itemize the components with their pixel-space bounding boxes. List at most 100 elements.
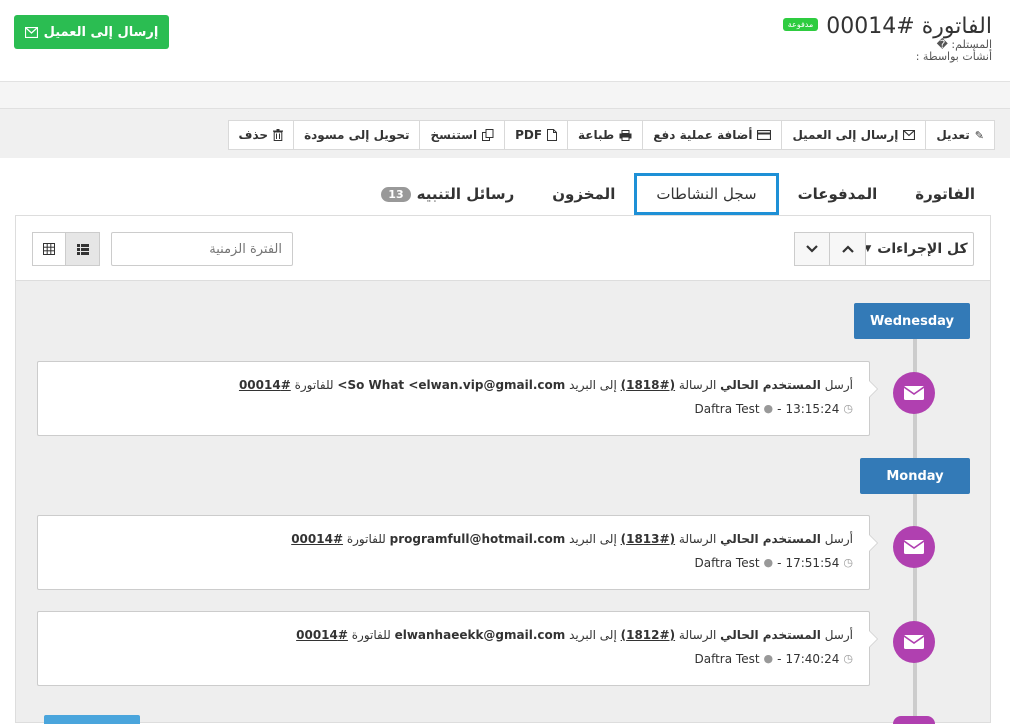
envelope-icon	[24, 26, 38, 38]
pdf-label: PDF	[515, 128, 543, 142]
invoice-header: الفاتورة #00014 مدفوعة المستلم: � أنشأت …	[0, 0, 1010, 82]
message-id-link[interactable]: (#1813)	[621, 532, 675, 546]
invoice-tabs: الفاتورة المدفوعات سجل النشاطات المخزون …	[362, 173, 994, 215]
envelope-icon	[904, 386, 924, 400]
entry-to-word: إلى البريد	[569, 532, 617, 546]
clock-icon: ◷	[843, 652, 853, 665]
message-id-link[interactable]: (#1812)	[621, 628, 675, 642]
actions-filter-value: كل الإجراءات	[877, 241, 968, 257]
pencil-icon: ✎	[974, 128, 984, 142]
meta-separator: -	[777, 652, 782, 666]
entry-for-word: للفاتورة	[294, 378, 334, 392]
edit-button[interactable]: ✎ تعديل	[925, 121, 994, 149]
convert-to-draft-label: تحويل إلى مسودة	[304, 128, 410, 142]
tab-reminders-label: رسائل التنبيه	[416, 185, 515, 203]
chevron-up-icon	[841, 245, 854, 253]
entry-time: 13:15:24	[785, 402, 840, 416]
sort-down-button[interactable]	[794, 232, 830, 266]
entry-user: المستخدم الحالي	[720, 532, 821, 546]
invoice-title-block: الفاتورة #00014 مدفوعة المستلم: � أنشأت …	[782, 14, 992, 63]
list-view-button[interactable]	[66, 232, 100, 266]
invoice-toolbar: ✎ تعديل إرسال إلى العميل أضافة عملية دفع…	[227, 120, 995, 150]
delete-button[interactable]: حذف	[229, 121, 294, 149]
activity-entry-meta: ◷ 13:15:24 - ● Daftra Test	[54, 399, 853, 419]
user-icon: ●	[763, 556, 774, 569]
entry-to-word: إلى البريد	[569, 378, 617, 392]
invoice-number-link[interactable]: #00014	[296, 628, 348, 642]
pdf-file-icon	[547, 129, 558, 141]
list-icon	[76, 243, 89, 255]
timeline-email-icon	[893, 621, 935, 663]
pdf-button[interactable]: PDF	[504, 121, 567, 149]
grid-view-button[interactable]	[32, 232, 66, 266]
meta-separator: -	[777, 556, 782, 570]
entry-user: المستخدم الحالي	[720, 378, 821, 392]
tab-stock[interactable]: المخزون	[533, 173, 634, 215]
entry-time: 17:51:54	[785, 556, 840, 570]
activity-filter-bar: كل الإجراءات ▼	[16, 216, 990, 281]
entry-to-word: إلى البريد	[569, 628, 617, 642]
entry-time: 17:40:24	[785, 652, 840, 666]
clock-icon: ◷	[843, 556, 853, 569]
sort-arrow-group	[794, 232, 866, 266]
entry-email: elwanhaeekk@gmail.com	[394, 628, 566, 642]
timeline-email-icon	[893, 526, 935, 568]
tab-invoice[interactable]: الفاتورة	[896, 173, 994, 215]
add-payment-button[interactable]: أضافة عملية دفع	[642, 121, 781, 149]
activity-entry-meta: ◷ 17:40:24 - ● Daftra Test	[54, 649, 853, 669]
chevron-down-icon	[806, 245, 818, 253]
view-toggle-group	[32, 232, 100, 266]
user-icon: ●	[763, 652, 774, 665]
clone-label: استنسخ	[430, 128, 478, 142]
activity-entry-meta: ◷ 17:51:54 - ● Daftra Test	[54, 553, 853, 573]
entry-author: Daftra Test	[694, 402, 760, 416]
print-label: طباعة	[578, 128, 615, 142]
tab-payments[interactable]: المدفوعات	[779, 173, 897, 215]
message-id-link[interactable]: (#1818)	[621, 378, 675, 392]
edit-label: تعديل	[936, 128, 970, 142]
paid-status-badge: مدفوعة	[782, 18, 819, 31]
tab-reminders[interactable]: رسائل التنبيه 13	[362, 173, 533, 215]
user-icon: ●	[763, 402, 774, 415]
send-to-client-button[interactable]: إرسال إلى العميل	[14, 15, 169, 49]
activity-entry-text: أرسل المستخدم الحالي الرسالة (#1813) إلى…	[54, 529, 853, 549]
tab-stock-label: المخزون	[552, 185, 616, 203]
entry-prefix: أرسل	[824, 532, 853, 546]
credit-card-icon	[757, 130, 772, 140]
print-icon	[619, 129, 632, 141]
entry-msg-word: الرسالة	[678, 378, 717, 392]
day-label-monday: Monday	[860, 458, 970, 494]
envelope-icon	[904, 635, 924, 649]
print-button[interactable]: طباعة	[567, 121, 642, 149]
tab-activity-log[interactable]: سجل النشاطات	[634, 173, 779, 215]
sort-up-button[interactable]	[830, 232, 866, 266]
send-label: إرسال إلى العميل	[792, 128, 899, 142]
activity-entry-text: أرسل المستخدم الحالي الرسالة (#1818) إلى…	[54, 375, 853, 395]
meta-separator: -	[777, 402, 782, 416]
created-by-line: أنشأت بواسطة :	[915, 50, 992, 63]
send-to-client-toolbar-button[interactable]: إرسال إلى العميل	[781, 121, 925, 149]
convert-to-draft-button[interactable]: تحويل إلى مسودة	[293, 121, 419, 149]
date-range-input[interactable]	[111, 232, 293, 266]
clock-icon: ◷	[843, 402, 853, 415]
timeline-email-icon	[893, 372, 935, 414]
invoice-title: الفاتورة #00014	[826, 14, 992, 39]
activity-entry: أرسل المستخدم الحالي الرسالة (#1813) إلى…	[37, 515, 878, 590]
invoice-number-link[interactable]: #00014	[239, 378, 291, 392]
add-payment-label: أضافة عملية دفع	[653, 128, 753, 142]
activity-entry-text: أرسل المستخدم الحالي الرسالة (#1812) إلى…	[54, 625, 853, 645]
envelope-icon	[903, 130, 916, 140]
entry-author: Daftra Test	[694, 556, 760, 570]
clone-button[interactable]: استنسخ	[419, 121, 504, 149]
entry-for-word: للفاتورة	[351, 628, 391, 642]
invoice-number-link[interactable]: #00014	[291, 532, 343, 546]
actions-filter-select[interactable]: كل الإجراءات ▼	[858, 232, 974, 266]
activity-entry: أرسل المستخدم الحالي الرسالة (#1812) إلى…	[37, 611, 878, 686]
tab-payments-label: المدفوعات	[797, 185, 878, 203]
entry-for-word: للفاتورة	[346, 532, 386, 546]
trash-icon	[273, 129, 284, 141]
entry-email: So What <elwan.vip@gmail.com>	[337, 378, 566, 392]
entry-msg-word: الرسالة	[678, 532, 717, 546]
day-label-wednesday: Wednesday	[854, 303, 970, 339]
entry-user: المستخدم الحالي	[720, 628, 821, 642]
